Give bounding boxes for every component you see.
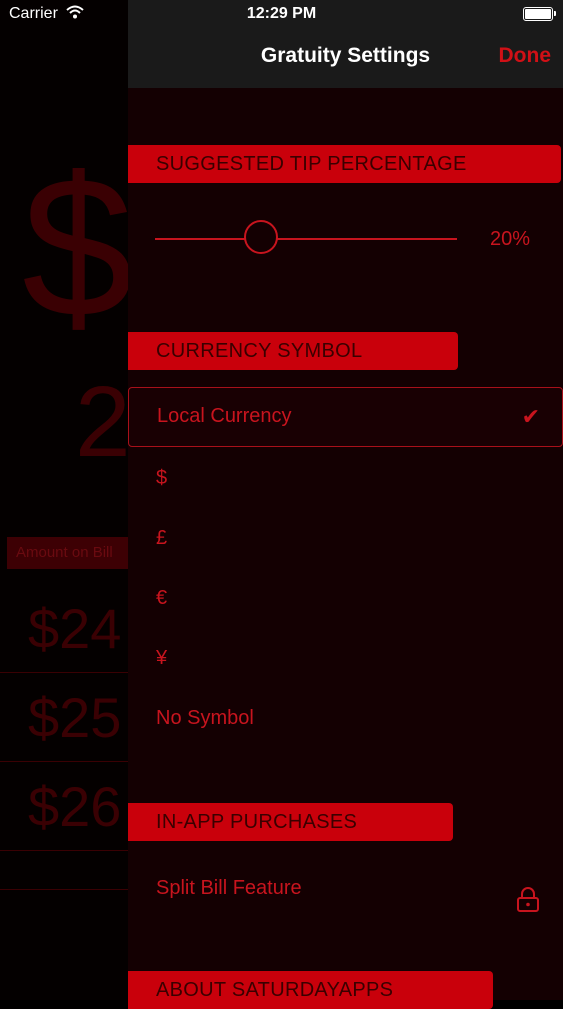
split-bill-feature-item[interactable]: Split Bill Feature	[128, 858, 563, 918]
section-header-purchases: IN-APP PURCHASES	[128, 803, 453, 841]
background-row: $25	[0, 674, 128, 762]
battery-icon	[523, 7, 556, 21]
section-header-tip: SUGGESTED TIP PERCENTAGE	[128, 145, 561, 183]
currency-option-label: No Symbol	[156, 707, 254, 729]
currency-option-pound[interactable]: £	[128, 508, 563, 568]
currency-option-label: ¥	[156, 647, 168, 669]
background-row-divider	[0, 852, 128, 890]
done-button[interactable]: Done	[499, 44, 552, 68]
background-currency-symbol: $	[22, 136, 128, 359]
currency-option-label: $	[156, 467, 168, 489]
section-header-currency: CURRENCY SYMBOL	[128, 332, 458, 370]
currency-option-label: Local Currency	[157, 405, 292, 427]
tip-slider-track[interactable]	[155, 238, 457, 240]
checkmark-icon: ✔	[521, 404, 540, 429]
background-amount: 2	[75, 366, 128, 478]
status-bar: Carrier 12:29 PM	[0, 0, 563, 28]
split-bill-label: Split Bill Feature	[156, 877, 302, 899]
tip-slider-thumb[interactable]	[243, 220, 278, 254]
background-amount-label: Amount on Bill	[7, 537, 128, 569]
currency-option-euro[interactable]: €	[128, 568, 563, 628]
currency-option-dollar[interactable]: $	[128, 448, 563, 508]
section-header-about: ABOUT SATURDAYAPPS	[128, 971, 493, 1009]
currency-option-local[interactable]: Local Currency ✔	[128, 387, 563, 447]
background-row: $24	[0, 585, 128, 673]
background-row: $26	[0, 763, 128, 851]
status-time: 12:29 PM	[246, 5, 317, 22]
currency-option-yen[interactable]: ¥	[128, 628, 563, 688]
currency-option-none[interactable]: No Symbol	[128, 688, 563, 748]
lock-icon	[515, 876, 541, 936]
currency-option-label: €	[156, 587, 168, 609]
background-app: $ 2 Amount on Bill $24 $25 $26	[0, 0, 128, 1000]
currency-option-label: £	[156, 527, 168, 549]
tip-percentage-value: 20%	[490, 228, 531, 250]
settings-panel: Gratuity Settings Done SUGGESTED TIP PER…	[128, 0, 563, 1009]
